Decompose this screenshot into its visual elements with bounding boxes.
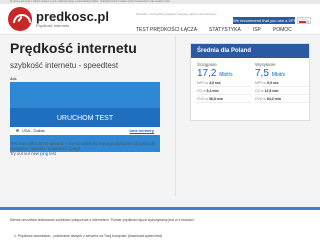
stat-row: CD w 5,4 min bbox=[197, 89, 251, 95]
site-header: predkosc.pl Prędkość internetu Sprawdź r… bbox=[0, 4, 320, 35]
caret-down-icon: ▾ bbox=[307, 20, 309, 24]
nav-isp[interactable]: ISP bbox=[253, 27, 261, 33]
list-item: 1. Prędkość downloadu - pobieranie danyc… bbox=[14, 234, 163, 238]
download-value: 17,2 bbox=[197, 68, 217, 79]
location-icon bbox=[16, 129, 19, 133]
upload-value: 7,5 bbox=[255, 68, 269, 79]
ping-test-link[interactable]: ping test bbox=[40, 151, 56, 156]
site-logo[interactable]: predkosc.pl Prędkość internetu bbox=[8, 7, 109, 31]
download-stats: Ściąganie 17,2 Mbit/s MPS w 4,9 sec CD w… bbox=[197, 62, 251, 103]
stat-row: DVD w 84,2 min bbox=[255, 97, 309, 103]
stats-panel: Średnia dla Poland Ściąganie 17,2 Mbit/s… bbox=[190, 43, 310, 121]
nav-speed-test[interactable]: TEST PRĘDKOŚCI ŁĄCZA bbox=[136, 27, 197, 33]
description-text: Test trwa tylko 20-30 sekund, i ocenić s… bbox=[10, 141, 156, 151]
stat-row: CD w 12,5 min bbox=[255, 89, 309, 95]
page-subtitle: szybkość internetu - speedtest bbox=[10, 61, 119, 70]
speedometer-icon bbox=[8, 7, 32, 31]
header-note: Sprawdź rzeczywistą prędkość swojego łąc… bbox=[136, 12, 217, 16]
stat-row: MPS w 9,9 sec bbox=[255, 81, 309, 87]
page-title: Prędkość internetu bbox=[10, 40, 137, 56]
server-location: USA - Dallas bbox=[22, 128, 45, 133]
logo-text: predkosc.pl bbox=[36, 8, 109, 24]
stats-title: Średnia dla Poland bbox=[191, 44, 309, 58]
upload-unit: Mbit/s bbox=[271, 72, 286, 78]
server-location-bar: USA - Dallas Inne serwery bbox=[10, 127, 160, 135]
main-nav: TEST PRĘDKOŚCI ŁĄCZA STATYSTYKA ISP POMO… bbox=[136, 27, 292, 33]
language-selector[interactable]: ▾ bbox=[297, 17, 311, 24]
column-divider bbox=[175, 36, 176, 196]
download-label: Ściąganie bbox=[197, 62, 217, 67]
download-unit: Mbit/s bbox=[219, 72, 233, 78]
nav-statistics[interactable]: STATYSTYKA bbox=[209, 27, 241, 33]
flag-red-icon bbox=[299, 21, 306, 23]
ads-label: Ads bbox=[10, 77, 17, 81]
article-paragraph: Serwis umożliwia testowanie szybkości po… bbox=[10, 218, 195, 222]
stat-row: DVD w 36,8 min bbox=[197, 97, 251, 103]
nav-help[interactable]: POMOC bbox=[273, 27, 292, 33]
test-description: Test trwa tylko 20-30 sekund, i ocenić s… bbox=[10, 141, 160, 156]
stat-row: MPS w 4,9 sec bbox=[197, 81, 251, 87]
upload-stats: Wysyłanie 7,5 Mbit/s MPS w 9,9 sec CD w … bbox=[255, 62, 309, 103]
vpn-recommend-banner[interactable]: We recommend that you use a VPN bbox=[233, 17, 295, 24]
try-text: Try out our new bbox=[10, 151, 39, 156]
upload-label: Wysyłanie bbox=[255, 62, 276, 67]
other-servers-link[interactable]: Inne serwery bbox=[130, 127, 154, 135]
article-content: Serwis umożliwia testowanie szybkości po… bbox=[0, 210, 320, 240]
